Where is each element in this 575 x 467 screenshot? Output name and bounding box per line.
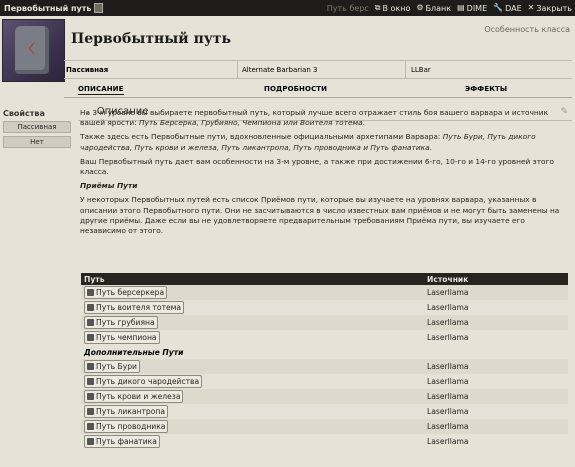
sheet-tabs: ОПИСАНИЕ ПОДРОБНОСТИ ЭФФЕКТЫ xyxy=(64,83,572,98)
popout-icon: ⧉ xyxy=(374,3,381,12)
item-icon xyxy=(87,423,94,430)
item-icon xyxy=(87,363,94,370)
source-cell: Laserllama xyxy=(427,288,469,297)
item-icon xyxy=(87,304,94,311)
window-title: Первобытный путь xyxy=(4,3,104,13)
popout-button[interactable]: ⧉ В окно xyxy=(375,4,411,13)
item-icon xyxy=(87,319,94,326)
description-paragraph: У некоторых Первобытных путей есть списо… xyxy=(80,195,560,236)
item-portrait[interactable] xyxy=(2,19,65,82)
section-heading: Приёмы Пути xyxy=(80,181,138,191)
activation-type: Пассивная xyxy=(64,61,238,78)
item-icon xyxy=(87,438,94,445)
description-paragraph: На 3-м уровне вы выбираете первобытный п… xyxy=(80,108,549,128)
window-header: Первобытный путь Путь берс ⧉ В окно ⚙ Блан… xyxy=(0,0,575,16)
source-cell: Laserllama xyxy=(427,377,469,386)
source-cell: Laserllama xyxy=(427,318,469,327)
rune-stone-image xyxy=(15,26,49,74)
item-link[interactable]: Путь проводника xyxy=(84,420,169,433)
source-cell: Laserllama xyxy=(427,303,469,312)
properties-title: Свойства xyxy=(3,109,45,118)
source-field[interactable]: LLBar xyxy=(406,61,431,78)
sheet-config-button[interactable]: ⚙ Бланк xyxy=(416,4,451,13)
paths-table: Путь Источник Путь берсеркера Laserllama П… xyxy=(81,273,568,449)
table-row: Путь Бури Laserllama xyxy=(81,359,568,374)
requirements-field[interactable]: Alternate Barbarian 3 xyxy=(238,61,406,78)
source-cell: Laserllama xyxy=(427,437,469,446)
property-pill: Пассивная xyxy=(3,121,71,133)
column-header-path: Путь xyxy=(84,274,105,284)
tab-effects[interactable]: ЭФФЕКТЫ xyxy=(465,85,507,93)
tab-description[interactable]: ОПИСАНИЕ xyxy=(78,85,124,95)
item-link[interactable]: Путь дикого чародейства xyxy=(84,375,203,388)
table-header: Путь Источник xyxy=(81,273,568,285)
source-cell: Laserllama xyxy=(427,333,469,342)
wrench-icon: 🔧 xyxy=(493,3,504,12)
description-content: На 3-м уровне вы выбираете первобытный п… xyxy=(80,108,566,240)
item-icon xyxy=(87,334,94,341)
window-subtitle: Путь берс xyxy=(326,3,369,13)
property-pill: Нет xyxy=(3,136,71,148)
source-cell: Laserllama xyxy=(427,392,469,401)
item-type-label: Особенность класса xyxy=(484,25,570,34)
item-icon xyxy=(87,393,94,400)
dae-button[interactable]: 🔧 DAE xyxy=(493,4,522,13)
item-link[interactable]: Путь грубияна xyxy=(84,316,158,329)
item-link[interactable]: Путь фанатика xyxy=(84,435,160,448)
item-name[interactable]: Первобытный путь xyxy=(71,31,231,47)
window-title-text: Первобытный путь xyxy=(4,3,92,13)
table-subheader: Дополнительные Пути xyxy=(84,347,184,357)
item-link[interactable]: Путь воителя тотема xyxy=(84,301,185,314)
book-icon: ▤ xyxy=(457,3,465,12)
table-row: Путь фанатика Laserllama xyxy=(81,434,568,449)
source-cell: Laserllama xyxy=(427,422,469,431)
close-icon: ✕ xyxy=(527,3,535,12)
item-icon xyxy=(87,378,94,385)
gear-icon: ⚙ xyxy=(416,3,424,12)
properties-sidebar: Свойства Пассивная Нет xyxy=(3,109,75,151)
column-header-source: Источник xyxy=(427,274,469,284)
description-paragraph: Ваш Первобытный путь дает вам особенност… xyxy=(80,156,554,177)
close-button[interactable]: ✕ Закрыть xyxy=(528,4,572,13)
source-cell: Laserllama xyxy=(427,407,469,416)
item-link[interactable]: Путь берсеркера xyxy=(84,286,168,299)
item-icon xyxy=(87,408,94,415)
table-row: Путь воителя тотема Laserllama xyxy=(81,300,568,315)
item-link[interactable]: Путь чемпиона xyxy=(84,331,160,344)
item-summary: Пассивная Alternate Barbarian 3 LLBar xyxy=(64,60,572,79)
table-row: Путь ликантропа Laserllama xyxy=(81,404,568,419)
item-link[interactable]: Путь ликантропа xyxy=(84,405,169,418)
item-link[interactable]: Путь Бури xyxy=(84,360,140,373)
table-row: Путь чемпиона Laserllama xyxy=(81,330,568,345)
source-cell: Laserllama xyxy=(427,362,469,371)
dime-button[interactable]: ▤ DIME xyxy=(457,4,487,13)
table-row: Путь берсеркера Laserllama xyxy=(81,285,568,300)
item-link[interactable]: Путь крови и железа xyxy=(84,390,184,403)
description-paragraph: Также здесь есть Первобытные пути, вдохн… xyxy=(80,132,536,152)
table-row: Путь крови и железа Laserllama xyxy=(81,389,568,404)
table-row: Путь грубияна Laserllama xyxy=(81,315,568,330)
item-icon xyxy=(87,289,94,296)
table-row: Путь проводника Laserllama xyxy=(81,419,568,434)
tab-details[interactable]: ПОДРОБНОСТИ xyxy=(264,85,327,93)
table-row: Путь дикого чародейства Laserllama xyxy=(81,374,568,389)
compendium-icon xyxy=(94,3,104,13)
window-actions: Путь берс ⧉ В окно ⚙ Бланк ▤ DIME 🔧 DAE ✕ Зак… xyxy=(327,4,575,13)
